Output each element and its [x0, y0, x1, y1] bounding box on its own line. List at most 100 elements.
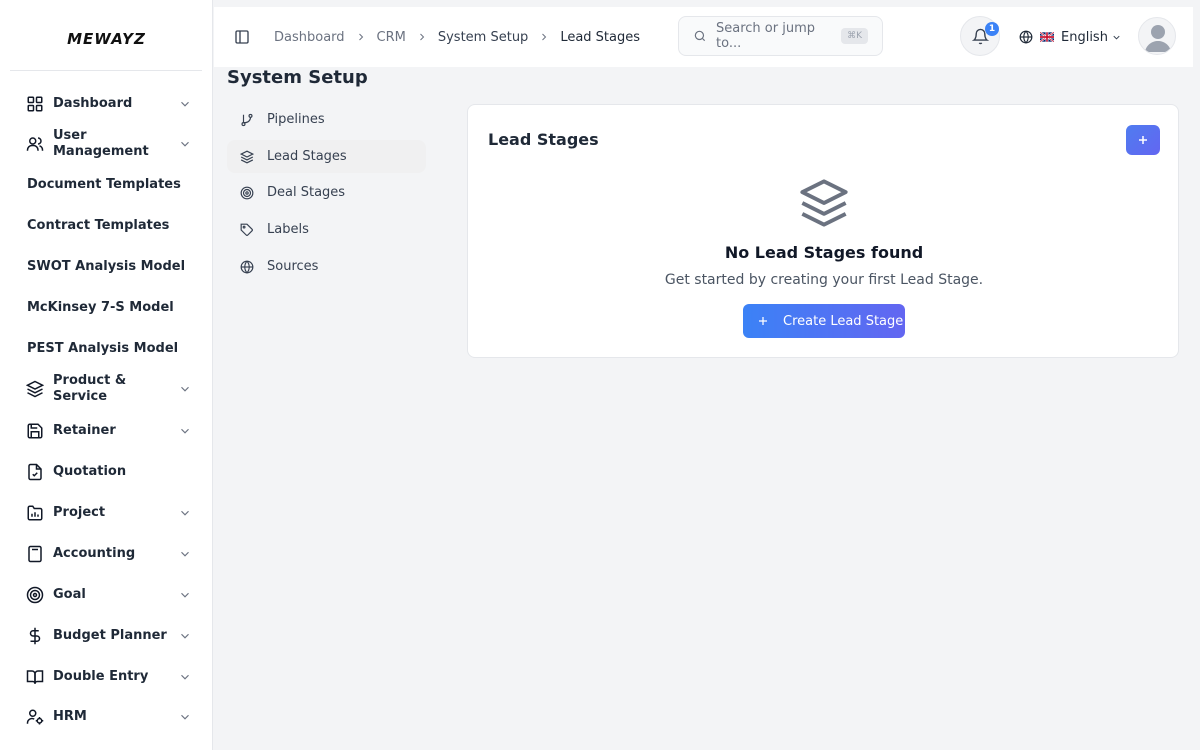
sidebar-item-label: User Management: [53, 128, 149, 159]
notification-badge: 1: [985, 22, 999, 36]
chevron-down-icon: [181, 674, 189, 680]
user-cog-icon: [26, 709, 44, 725]
sidebar-item-double-entry[interactable]: Double Entry: [20, 668, 192, 686]
breadcrumb: Dashboard CRM System Setup Lead Stages: [274, 7, 640, 67]
sidebar-item-dashboard[interactable]: Dashboard: [20, 95, 192, 113]
layers-icon: [240, 150, 254, 163]
tab-pipelines[interactable]: Pipelines: [227, 103, 426, 136]
sidebar-item-label: SWOT Analysis Model: [27, 259, 186, 274]
sidebar-item-label: Product & Service: [53, 373, 127, 404]
tab-sources[interactable]: Sources: [227, 250, 426, 283]
chevron-down-icon: [181, 386, 189, 392]
save-icon: [27, 423, 43, 439]
users-icon: [26, 137, 44, 151]
sidebar-item-label: Project: [53, 505, 106, 520]
search-icon: [694, 30, 706, 42]
tab-label: Deal Stages: [267, 185, 346, 200]
folder-chart-icon: [27, 505, 43, 521]
create-lead-stage-button[interactable]: Create Lead Stage: [743, 304, 905, 338]
sidebar-item-document-templates[interactable]: Document Templates: [20, 177, 192, 193]
sidebar-item-label: Document Templates: [27, 177, 181, 192]
calculator-icon: [28, 545, 42, 563]
sidebar-item-label: Double Entry: [53, 669, 149, 684]
sidebar-item-mckinsey[interactable]: McKinsey 7-S Model: [20, 300, 192, 316]
target-icon: [240, 186, 254, 199]
chevron-right-icon: [420, 33, 425, 41]
sidebar-item-product-service[interactable]: Product & Service: [20, 373, 192, 405]
book-icon: [26, 670, 44, 684]
globe-icon: [240, 260, 254, 274]
git-branch-icon: [241, 113, 253, 126]
sidebar-item-label: Quotation: [53, 464, 127, 479]
sidebar-item-quotation[interactable]: Quotation: [20, 463, 192, 481]
empty-state-subtitle: Get started by creating your first Lead …: [664, 272, 984, 288]
globe-icon: [1019, 30, 1033, 44]
search-input[interactable]: Search or jump to... ⌘K: [678, 16, 883, 56]
tab-label: Pipelines: [267, 112, 325, 127]
tag-icon: [240, 223, 253, 236]
dollar-icon: [29, 627, 41, 645]
chevron-down-icon: [1113, 35, 1120, 40]
chevron-down-icon: [181, 633, 189, 639]
page-title: System Setup: [227, 67, 368, 88]
card-title: Lead Stages: [488, 130, 599, 149]
search-placeholder: Search or jump to...: [716, 21, 815, 51]
user-avatar-icon: [1145, 25, 1171, 52]
chevron-down-icon: [181, 592, 189, 598]
sidebar-item-label: Retainer: [53, 423, 116, 438]
breadcrumb-lead-stages: Lead Stages: [560, 29, 641, 45]
sidebar-item-hrm[interactable]: HRM: [20, 708, 192, 726]
sidebar-item-user-management[interactable]: User Management: [20, 128, 192, 160]
sidebar-item-contract-templates[interactable]: Contract Templates: [20, 218, 192, 234]
lead-stages-card: Lead Stages No Lead Stages found Get sta…: [467, 104, 1179, 358]
sidebar-item-label: McKinsey 7-S Model: [27, 300, 174, 315]
sidebar-item-label: Dashboard: [53, 96, 133, 111]
tab-label: Labels: [267, 222, 309, 237]
file-check-icon: [28, 463, 42, 481]
target-icon: [26, 586, 44, 604]
chevron-down-icon: [181, 714, 189, 720]
chevron-right-icon: [542, 33, 547, 41]
chevron-down-icon: [181, 141, 189, 147]
sidebar-item-label: Contract Templates: [27, 218, 170, 233]
create-button-label: Create Lead Stage: [783, 313, 904, 329]
sidebar-item-label: HRM: [53, 709, 87, 724]
sidebar-item-project[interactable]: Project: [20, 504, 192, 522]
chevron-down-icon: [181, 428, 189, 434]
sidebar-item-budget-planner[interactable]: Budget Planner: [20, 627, 192, 645]
layers-icon: [26, 380, 44, 398]
language-selector[interactable]: English: [1019, 7, 1122, 67]
plus-icon: [1139, 136, 1147, 144]
sidebar-item-pest[interactable]: PEST Analysis Model: [20, 341, 192, 357]
sidebar-item-retainer[interactable]: Retainer: [20, 422, 192, 440]
chevron-down-icon: [181, 551, 189, 557]
breadcrumb-system-setup[interactable]: System Setup: [438, 30, 528, 45]
sidebar: MEWAYZ Dashboard User Management Documen…: [0, 0, 213, 750]
sidebar-item-accounting[interactable]: Accounting: [20, 545, 192, 563]
empty-state-title: No Lead Stages found: [724, 243, 924, 262]
sidebar-item-label: Goal: [53, 587, 86, 602]
chevron-right-icon: [358, 33, 363, 41]
sidebar-toggle-icon[interactable]: [234, 29, 250, 45]
tab-label: Lead Stages: [267, 149, 347, 164]
add-lead-stage-button[interactable]: [1126, 125, 1160, 155]
app-logo[interactable]: MEWAYZ: [0, 30, 213, 48]
sidebar-item-swot[interactable]: SWOT Analysis Model: [20, 259, 192, 275]
tab-lead-stages[interactable]: Lead Stages: [227, 140, 426, 173]
divider: [10, 70, 202, 71]
breadcrumb-crm[interactable]: CRM: [377, 30, 406, 45]
avatar[interactable]: [1138, 17, 1176, 55]
search-shortcut: ⌘K: [841, 28, 868, 44]
notifications-button[interactable]: 1: [960, 16, 1000, 56]
tab-deal-stages[interactable]: Deal Stages: [227, 176, 426, 209]
chevron-down-icon: [181, 101, 189, 107]
breadcrumb-dashboard[interactable]: Dashboard: [274, 30, 345, 45]
sidebar-item-label: Accounting: [53, 546, 136, 561]
sidebar-item-goal[interactable]: Goal: [20, 586, 192, 604]
tab-labels[interactable]: Labels: [227, 213, 426, 246]
sidebar-item-label: Budget Planner: [53, 628, 167, 643]
plus-icon: [759, 317, 767, 325]
layers-icon: [800, 179, 848, 227]
sidebar-item-label: PEST Analysis Model: [27, 341, 179, 356]
tab-label: Sources: [267, 259, 319, 274]
